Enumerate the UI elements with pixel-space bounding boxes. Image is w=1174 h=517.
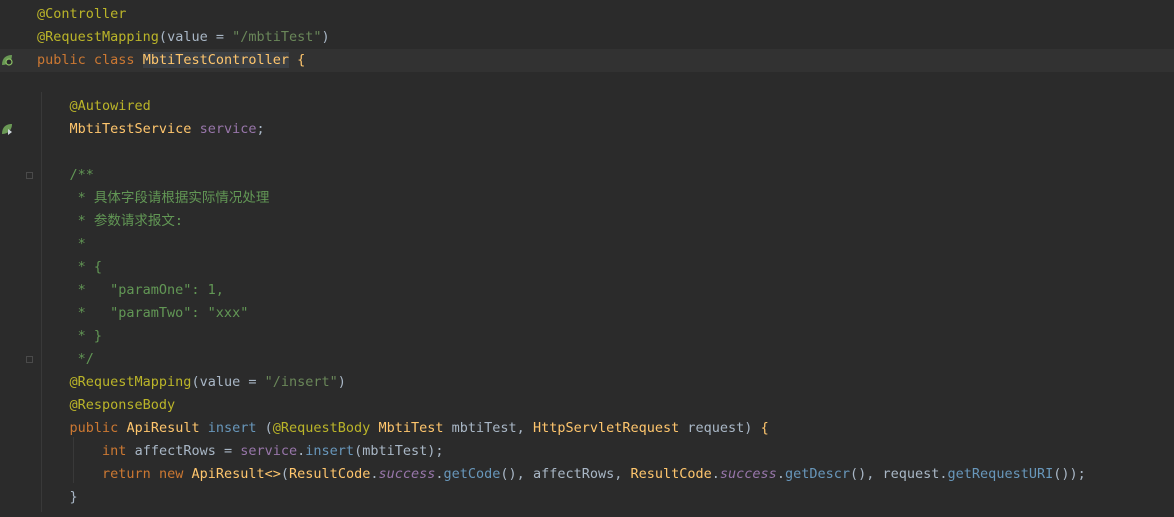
code-line[interactable]: @Autowired <box>0 95 1174 118</box>
code-line[interactable] <box>0 72 1174 95</box>
code-line[interactable]: * 具体字段请根据实际情况处理 <box>0 187 1174 210</box>
code-line-text: public ApiResult insert (@RequestBody Mb… <box>69 420 769 436</box>
code-line[interactable]: @RequestMapping(value = "/mbtiTest") <box>0 26 1174 49</box>
code-line[interactable]: int affectRows = service.insert(mbtiTest… <box>0 440 1174 463</box>
code-line[interactable]: * "paramOne": 1, <box>0 279 1174 302</box>
code-editor[interactable]: @Controller @RequestMapping(value = "/mbt… <box>0 0 1174 517</box>
fold-marker-icon[interactable] <box>26 356 33 363</box>
code-line[interactable]: @Controller <box>0 3 1174 26</box>
code-line[interactable] <box>0 141 1174 164</box>
spring-bean-class-icon[interactable] <box>0 53 14 67</box>
code-line-text: return new ApiResult<>(ResultCode.succes… <box>102 466 1086 482</box>
code-line[interactable]: */ <box>0 348 1174 371</box>
spring-autowired-icon[interactable] <box>0 122 14 136</box>
code-line-text: @Autowired <box>69 98 151 114</box>
code-line-text: int affectRows = service.insert(mbtiTest… <box>102 443 444 459</box>
code-line[interactable]: public class MbtiTestController { <box>0 49 1174 72</box>
code-line-text: * 参数请求报文: <box>37 213 184 229</box>
code-line[interactable]: MbtiTestService service; <box>0 118 1174 141</box>
code-line-text: @RequestMapping(value = "/insert") <box>69 374 346 390</box>
code-line[interactable]: @ResponseBody <box>0 394 1174 417</box>
code-line-text: @RequestMapping(value = "/mbtiTest") <box>37 29 330 45</box>
code-line[interactable]: * { <box>0 256 1174 279</box>
code-line-text: /** <box>37 167 94 183</box>
code-line-text: public class MbtiTestController { <box>37 52 306 68</box>
code-line-text: * <box>37 236 86 252</box>
code-line[interactable]: * 参数请求报文: <box>0 210 1174 233</box>
code-line-text: * { <box>37 259 103 275</box>
code-line[interactable]: * <box>0 233 1174 256</box>
code-line[interactable]: public ApiResult insert (@RequestBody Mb… <box>0 417 1174 440</box>
code-line[interactable]: /** <box>0 164 1174 187</box>
code-line-text: * } <box>37 328 103 344</box>
code-line-text: @Controller <box>37 6 127 22</box>
code-line[interactable]: * } <box>0 325 1174 348</box>
code-line[interactable]: } <box>0 486 1174 509</box>
code-line-text: * "paramTwo": "xxx" <box>37 305 249 321</box>
code-line-text: MbtiTestService service; <box>69 121 265 137</box>
code-line[interactable]: * "paramTwo": "xxx" <box>0 302 1174 325</box>
code-line-text: } <box>37 489 78 505</box>
code-line-text: * 具体字段请根据实际情况处理 <box>37 190 270 206</box>
code-line[interactable]: @RequestMapping(value = "/insert") <box>0 371 1174 394</box>
code-line-text: @ResponseBody <box>69 397 176 413</box>
code-line-text: * "paramOne": 1, <box>37 282 224 298</box>
code-line[interactable]: return new ApiResult<>(ResultCode.succes… <box>0 463 1174 486</box>
code-line-text: */ <box>37 351 94 367</box>
fold-marker-icon[interactable] <box>26 172 33 179</box>
